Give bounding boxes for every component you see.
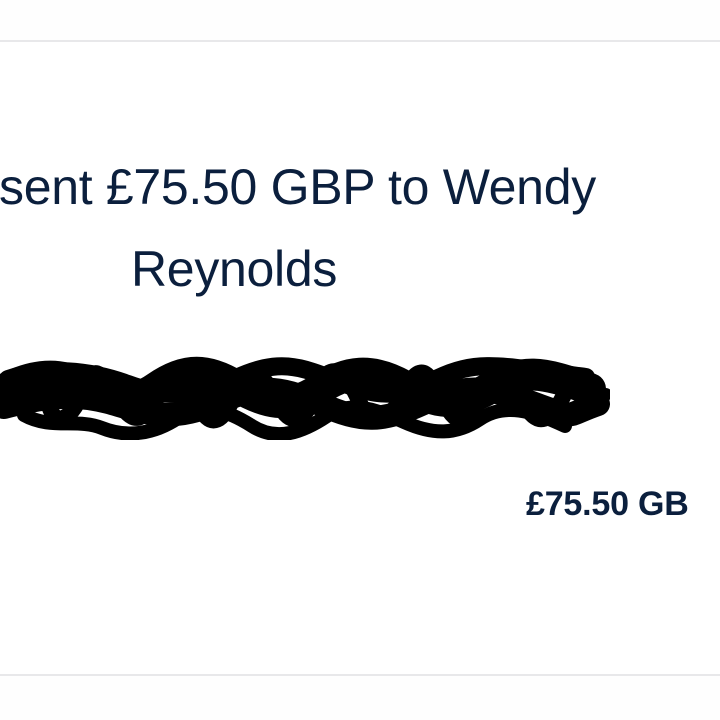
redacted-detail [0,340,610,440]
screenshot-view: sent £75.50 GBP to Wendy Reynolds £75.50… [0,0,720,720]
scribble-redaction [0,356,610,440]
transaction-headline-line-1: sent £75.50 GBP to Wendy [0,159,596,215]
transaction-headline-line-2: Reynolds [131,241,338,297]
transaction-amount: £75.50 GB [526,485,689,523]
